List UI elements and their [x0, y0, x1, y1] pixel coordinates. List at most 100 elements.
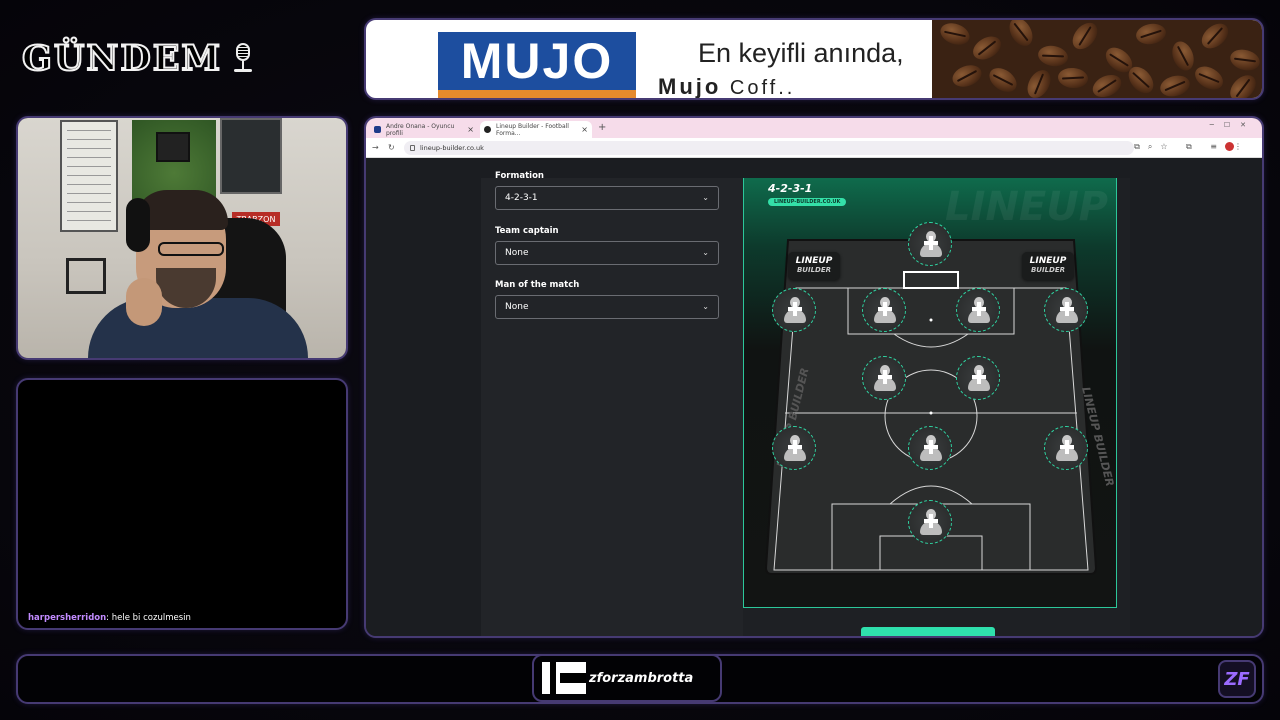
- motm-value: None: [505, 302, 529, 312]
- profile-avatar-icon[interactable]: [1225, 142, 1234, 151]
- back-arrow-icon[interactable]: →: [372, 143, 379, 152]
- channel-name: zforzambrotta: [589, 670, 694, 686]
- add-player-slot-11[interactable]: [908, 500, 952, 544]
- chevron-down-icon: ⌄: [702, 248, 709, 257]
- corner-logo: ZF: [1218, 660, 1256, 698]
- chat-message: harpersherridon: hele bi cozulmesin: [28, 613, 191, 623]
- chevron-down-icon: ⌄: [702, 193, 709, 202]
- channel-badge: zforzambrotta: [532, 656, 722, 702]
- formation-group: Formation 4-2-3-1 ⌄: [495, 171, 719, 210]
- lineup-builder-badge: LINEUP BUILDER: [1022, 252, 1074, 280]
- add-player-slot-2[interactable]: [772, 288, 816, 332]
- ad-brand-bold: Mujo: [658, 74, 722, 99]
- plus-icon: [1060, 440, 1074, 454]
- ad-brand-rest: Coff..: [721, 77, 796, 99]
- ad-slogan: En keyifli anında,: [698, 38, 904, 68]
- add-player-slot-7[interactable]: [956, 356, 1000, 400]
- plus-icon: [924, 514, 938, 528]
- microphone-icon: [230, 41, 256, 75]
- window-controls[interactable]: ─☐✕: [1210, 121, 1256, 129]
- coffee-beans-image: [932, 20, 1262, 98]
- plus-icon: [972, 370, 986, 384]
- add-player-slot-9[interactable]: [908, 426, 952, 470]
- tab-label: Andre Onana - Oyuncu profili: [386, 122, 455, 137]
- add-player-slot-10[interactable]: [1044, 426, 1088, 470]
- browser-tabbar: Andre Onana - Oyuncu profili × Lineup Bu…: [366, 118, 1262, 138]
- sponsor-banner: MUJO En keyifli anında, Mujo Coff..: [364, 18, 1264, 100]
- chevron-down-icon: ⌄: [702, 302, 709, 311]
- formation-select[interactable]: 4-2-3-1 ⌄: [495, 186, 719, 210]
- lineup-builder-badge: LINEUP BUILDER: [788, 252, 840, 280]
- add-player-slot-6[interactable]: [862, 356, 906, 400]
- corner-logo-text: ZF: [1224, 668, 1250, 690]
- captain-group: Team captain None ⌄: [495, 226, 719, 265]
- badge-line1: LINEUP: [1029, 256, 1067, 266]
- save-lineup-button[interactable]: [861, 627, 995, 636]
- new-tab-plus-icon[interactable]: +: [598, 122, 606, 133]
- plus-icon: [924, 440, 938, 454]
- webcam-feed: TRABZON: [16, 116, 348, 360]
- person-body: [88, 298, 308, 358]
- tab-favicon: [374, 126, 381, 133]
- formation-value: 4-2-3-1: [505, 193, 538, 203]
- chat-text: : hele bi cozulmesin: [106, 613, 191, 623]
- captain-value: None: [505, 248, 529, 258]
- tab-andre-onana[interactable]: Andre Onana - Oyuncu profili ×: [370, 121, 478, 138]
- kick-logo-icon: [542, 662, 586, 694]
- chat-username: harpersherridon: [28, 613, 107, 623]
- plus-icon: [788, 440, 802, 454]
- screen-share: Andre Onana - Oyuncu profili × Lineup Bu…: [364, 116, 1264, 638]
- settings-column: Formation 4-2-3-1 ⌄ Team captain None ⌄ …: [481, 171, 743, 636]
- wall-shelf: [66, 258, 106, 294]
- stream-overlay: GÜNDEM MUJO En keyifli anında, Mujo Coff…: [0, 0, 1280, 720]
- captain-label: Team captain: [495, 226, 559, 236]
- add-player-slot-8[interactable]: [772, 426, 816, 470]
- reload-icon[interactable]: ↻: [388, 143, 395, 152]
- bottom-bar: zforzambrotta ZF: [16, 654, 1264, 704]
- add-player-slot-4[interactable]: [956, 288, 1000, 332]
- browser-toolbar: → ↻ lineup-builder.co.uk ⧉⌕☆ ⧉ ≡ ⋮: [366, 138, 1262, 158]
- badge-line2: BUILDER: [796, 266, 832, 274]
- lineup-pitch: LINEUP LINEUP BUILDER LINEUP BUILDER 4-2…: [743, 178, 1117, 608]
- address-bar[interactable]: lineup-builder.co.uk: [404, 141, 1134, 155]
- add-player-slot-3[interactable]: [862, 288, 906, 332]
- lineup-builder-page: Formation 4-2-3-1 ⌄ Team captain None ⌄ …: [366, 171, 1262, 636]
- toolbar-icons[interactable]: ⧉⌕☆ ⧉ ≡ ⋮: [1134, 142, 1250, 152]
- ad-brand-line: Mujo Coff..: [658, 74, 796, 99]
- football-icon: [484, 126, 491, 133]
- show-title-text: GÜNDEM: [21, 37, 223, 79]
- motm-group: Man of the match None ⌄: [495, 280, 719, 319]
- captain-select[interactable]: None ⌄: [495, 241, 719, 265]
- plus-icon: [878, 370, 892, 384]
- badge-line2: BUILDER: [1030, 266, 1066, 274]
- mujo-logo: MUJO: [438, 32, 636, 98]
- plus-icon: [972, 302, 986, 316]
- glasses: [158, 242, 224, 256]
- plus-icon: [1060, 302, 1074, 316]
- motm-label: Man of the match: [495, 280, 580, 290]
- wall-board: [60, 120, 118, 232]
- add-player-slot-5[interactable]: [1044, 288, 1088, 332]
- mujo-logo-text: MUJO: [460, 33, 614, 89]
- close-icon[interactable]: ×: [581, 125, 588, 134]
- headphones: [126, 198, 150, 252]
- hand: [126, 278, 162, 326]
- plus-icon: [878, 302, 892, 316]
- chat-panel: harpersherridon: hele bi cozulmesin: [16, 378, 348, 630]
- site-info-icon[interactable]: [410, 145, 415, 151]
- add-player-slot-1[interactable]: [908, 222, 952, 266]
- show-title: GÜNDEM: [21, 37, 256, 79]
- formation-tag: 4-2-3-1: [768, 182, 813, 195]
- tab-lineup-builder[interactable]: Lineup Builder - Football Forma... ×: [480, 121, 592, 138]
- formation-label: Formation: [495, 171, 544, 181]
- plus-icon: [924, 236, 938, 250]
- tab-label: Lineup Builder - Football Forma...: [496, 122, 569, 137]
- pitch-column: LINEUP LINEUP BUILDER LINEUP BUILDER 4-2…: [743, 178, 1130, 636]
- site-tag: LINEUP-BUILDER.CO.UK: [768, 198, 847, 206]
- pitch-frame: [220, 118, 282, 194]
- url-text: lineup-builder.co.uk: [420, 144, 484, 152]
- close-icon[interactable]: ×: [467, 125, 474, 134]
- plus-icon: [788, 302, 802, 316]
- motm-select[interactable]: None ⌄: [495, 295, 719, 319]
- badge-line1: LINEUP: [795, 256, 833, 266]
